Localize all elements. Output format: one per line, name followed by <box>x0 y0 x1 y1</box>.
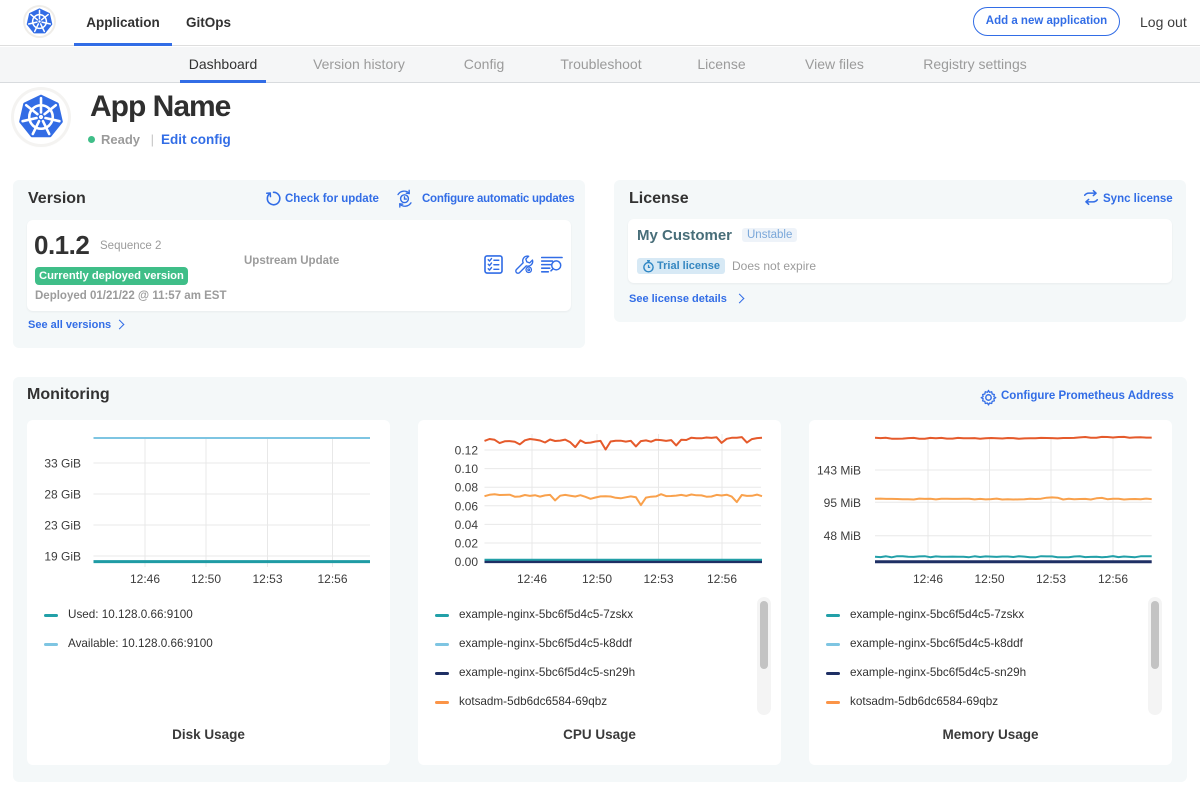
svg-text:12:53: 12:53 <box>643 572 673 586</box>
svg-text:95 MiB: 95 MiB <box>824 496 861 510</box>
svg-text:12:50: 12:50 <box>974 572 1004 586</box>
svg-text:23 GiB: 23 GiB <box>44 519 81 533</box>
svg-text:0.04: 0.04 <box>455 518 479 532</box>
svg-text:12:46: 12:46 <box>913 572 943 586</box>
svg-text:0.12: 0.12 <box>455 444 479 458</box>
svg-text:12:56: 12:56 <box>1098 572 1128 586</box>
svg-text:33 GiB: 33 GiB <box>44 457 81 471</box>
svg-text:143 MiB: 143 MiB <box>817 464 861 478</box>
svg-text:12:50: 12:50 <box>191 572 221 586</box>
svg-text:12:53: 12:53 <box>1036 572 1066 586</box>
svg-text:0.00: 0.00 <box>455 555 479 569</box>
svg-text:12:46: 12:46 <box>517 572 547 586</box>
svg-text:28 GiB: 28 GiB <box>44 488 81 502</box>
svg-text:0.02: 0.02 <box>455 537 479 551</box>
svg-text:19 GiB: 19 GiB <box>44 550 81 564</box>
svg-text:12:53: 12:53 <box>252 572 282 586</box>
svg-text:0.10: 0.10 <box>455 462 479 476</box>
svg-text:12:56: 12:56 <box>707 572 737 586</box>
svg-text:12:46: 12:46 <box>130 572 160 586</box>
svg-text:0.08: 0.08 <box>455 481 479 495</box>
svg-text:0.06: 0.06 <box>455 499 479 513</box>
svg-text:12:50: 12:50 <box>582 572 612 586</box>
svg-text:48 MiB: 48 MiB <box>824 529 861 543</box>
svg-text:12:56: 12:56 <box>317 572 347 586</box>
